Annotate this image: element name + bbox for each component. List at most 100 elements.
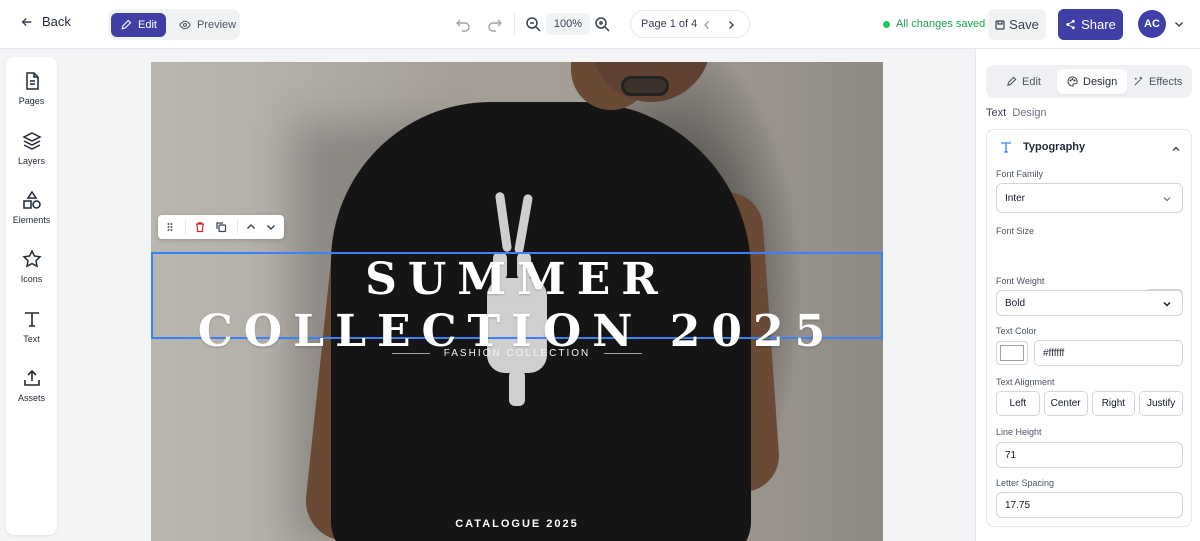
breadcrumb: Text Design	[986, 107, 1047, 119]
sidebar-item-label: Elements	[12, 215, 51, 225]
back-button[interactable]: Back	[20, 14, 71, 29]
alignment-buttons: Left Center Right Justify	[996, 391, 1183, 416]
align-justify-button[interactable]: Justify	[1139, 391, 1183, 416]
sidebar-item-assets[interactable]: Assets	[6, 368, 57, 403]
line-height-label: Line Height	[996, 427, 1042, 437]
arrow-left-icon	[21, 17, 32, 26]
tab-label: Edit	[1022, 75, 1041, 88]
font-weight-value: Bold	[1005, 297, 1026, 309]
edit-mode-button[interactable]: Edit	[111, 12, 166, 37]
properties-panel: Edit Design Effects Text Design Typograp…	[975, 49, 1200, 541]
file-icon	[25, 72, 39, 90]
sidebar-item-label: Icons	[20, 274, 43, 284]
chevron-down-icon	[1163, 197, 1171, 202]
font-family-label: Font Family	[996, 169, 1044, 179]
text-color-label: Text Color	[996, 326, 1037, 336]
zoom-level[interactable]: 100%	[546, 13, 590, 35]
chevron-up-icon[interactable]	[1171, 144, 1181, 154]
eye-icon	[179, 20, 191, 29]
align-left-button[interactable]: Left	[996, 391, 1040, 416]
panel-tabs: Edit Design Effects	[986, 65, 1192, 98]
tab-effects[interactable]: Effects	[1123, 69, 1192, 94]
mode-toggle: Edit Preview	[108, 9, 240, 40]
sidebar-item-label: Layers	[17, 156, 45, 166]
align-right-button[interactable]: Right	[1091, 391, 1136, 416]
chevron-down-icon	[1163, 301, 1171, 307]
align-center-button[interactable]: Center	[1043, 391, 1088, 416]
decorative-line	[604, 353, 643, 354]
zoom-in-icon[interactable]	[594, 16, 610, 32]
section-title: Typography	[1023, 141, 1086, 153]
letter-spacing-label: Letter Spacing	[996, 478, 1055, 488]
shapes-icon	[22, 190, 41, 209]
preview-mode-label: Preview	[196, 18, 237, 31]
line-height-input[interactable]: 71	[996, 442, 1183, 468]
chevron-left-icon[interactable]	[701, 19, 713, 31]
trash-icon[interactable]	[194, 221, 206, 233]
redo-icon[interactable]	[487, 16, 503, 32]
layers-icon	[21, 132, 42, 150]
save-label: Save	[1009, 17, 1039, 32]
sidebar-item-layers[interactable]: Layers	[6, 131, 57, 166]
back-label: Back	[42, 14, 71, 29]
page-navigator: Page 1 of 4	[630, 10, 750, 38]
breadcrumb-parent: Text	[986, 107, 1007, 119]
color-swatch[interactable]	[996, 341, 1028, 365]
sidebar-item-pages[interactable]: Pages	[6, 71, 57, 106]
typography-header[interactable]: Typography	[999, 140, 1085, 154]
sidebar-item-icons[interactable]: Icons	[6, 249, 57, 284]
palette-icon	[1067, 76, 1078, 87]
undo-icon[interactable]	[455, 16, 471, 32]
element-toolbar	[158, 215, 284, 239]
decorative-line	[391, 353, 430, 354]
design-canvas[interactable]: SUMMER COLLECTION 2025 FASHION COLLECTIO…	[151, 62, 883, 541]
subtitle-text[interactable]: FASHION COLLECTION	[444, 348, 591, 359]
text-icon	[24, 312, 39, 327]
preview-mode-button[interactable]: Preview	[170, 13, 245, 37]
save-status: All changes saved	[883, 18, 985, 30]
sidebar-item-text[interactable]: Text	[6, 309, 57, 344]
top-bar: Back Edit Preview 100% Page 1 of 4 All c…	[0, 0, 1200, 49]
chevron-right-icon[interactable]	[725, 19, 737, 31]
tab-edit[interactable]: Edit	[996, 69, 1051, 94]
sparkle-icon	[1134, 76, 1143, 86]
footer-text[interactable]: CATALOGUE 2025	[151, 518, 883, 530]
tab-design[interactable]: Design	[1057, 69, 1128, 94]
upload-icon	[23, 369, 40, 386]
pencil-icon	[121, 19, 132, 30]
color-hex-input[interactable]: #ffffff	[1034, 340, 1183, 366]
text-alignment-label: Text Alignment	[996, 377, 1055, 387]
duplicate-icon[interactable]	[215, 221, 227, 233]
chevron-up-icon[interactable]	[245, 221, 257, 233]
status-dot	[883, 20, 890, 28]
user-avatar[interactable]: AC	[1138, 10, 1166, 38]
breadcrumb-current: Design	[1012, 107, 1047, 119]
edit-mode-label: Edit	[138, 18, 157, 31]
drag-handle-icon[interactable]	[164, 221, 176, 233]
font-weight-select[interactable]: Bold	[996, 290, 1183, 316]
tab-label: Effects	[1149, 75, 1183, 88]
sidebar-item-label: Text	[23, 334, 40, 344]
sidebar-item-label: Assets	[17, 393, 45, 403]
zoom-out-icon[interactable]	[525, 16, 541, 32]
subtitle-row: FASHION COLLECTION	[151, 348, 883, 359]
chevron-down-icon[interactable]	[1173, 18, 1185, 30]
sidebar-item-elements[interactable]: Elements	[6, 190, 57, 225]
pencil-icon	[1007, 76, 1017, 86]
share-button[interactable]: Share	[1058, 9, 1123, 40]
sidebar-item-label: Pages	[18, 96, 45, 106]
star-icon	[21, 249, 42, 268]
headline-text[interactable]: SUMMER COLLECTION 2025	[151, 254, 883, 358]
save-button[interactable]: Save	[988, 9, 1046, 40]
save-icon	[995, 19, 1005, 30]
left-sidebar: Pages Layers Elements Icons Text Assets	[6, 57, 57, 535]
share-label: Share	[1081, 17, 1116, 32]
font-family-select[interactable]: Inter	[996, 183, 1183, 213]
typography-icon	[1001, 142, 1011, 153]
font-size-label: Font Size	[996, 226, 1035, 236]
toolbar-divider	[514, 13, 515, 35]
save-status-text: All changes saved	[896, 18, 986, 30]
typography-section: Typography Font Family Inter Font Size 7…	[986, 129, 1192, 527]
letter-spacing-input[interactable]: 17.75	[996, 492, 1183, 518]
chevron-down-icon[interactable]	[265, 221, 277, 233]
